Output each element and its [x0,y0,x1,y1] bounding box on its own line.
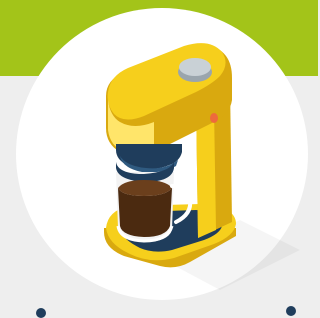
page-corner-dot [286,306,296,316]
power-button-top [179,58,211,76]
indicator-light-icon [210,113,218,123]
page-corner-dot [36,308,46,318]
coffee-maker-illustration [104,43,300,290]
